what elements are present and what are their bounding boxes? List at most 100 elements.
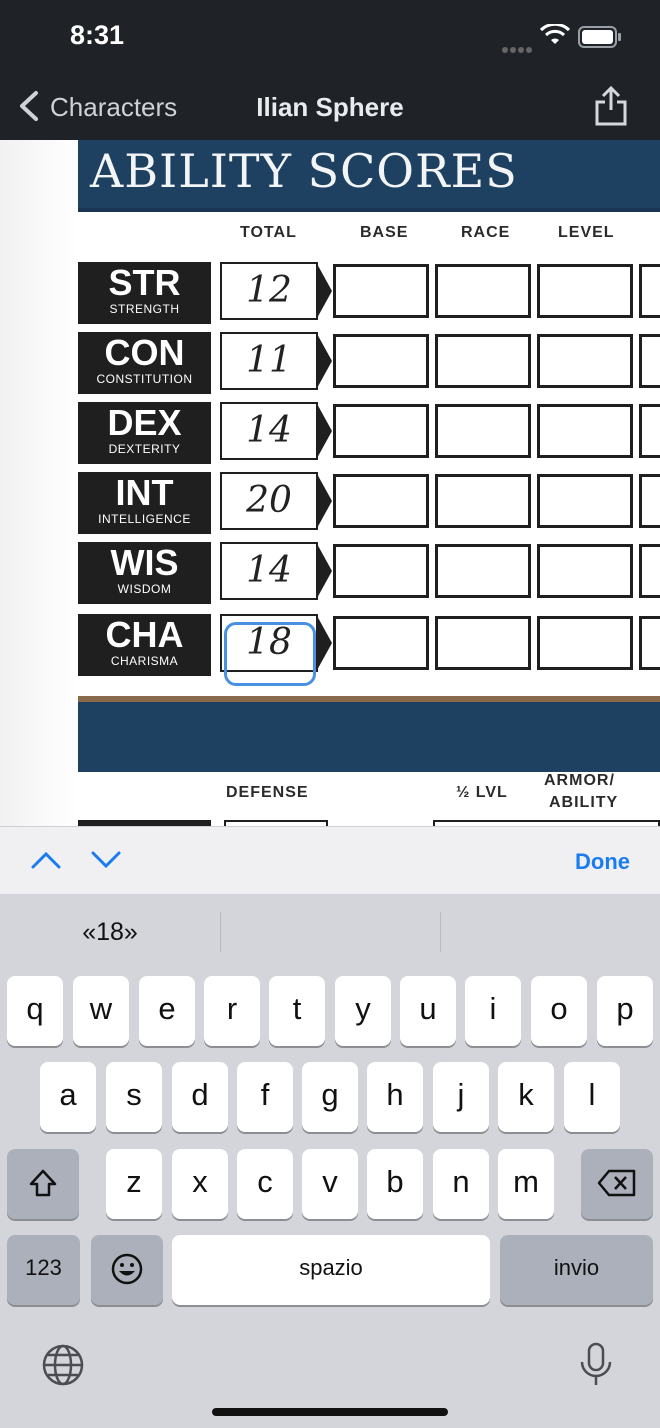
defenses-banner (78, 696, 660, 772)
level-cell[interactable] (537, 334, 633, 388)
level-cell[interactable] (537, 264, 633, 318)
key-w[interactable]: w (73, 976, 129, 1046)
base-cell[interactable] (333, 404, 429, 458)
key-u[interactable]: u (400, 976, 456, 1046)
total-field[interactable]: 12 (220, 262, 332, 324)
ability-abbr: WIS (110, 542, 179, 583)
race-cell[interactable] (435, 474, 531, 528)
microphone-icon[interactable] (578, 1342, 614, 1388)
key-j[interactable]: j (433, 1062, 489, 1132)
ability-name: WISDOM (117, 582, 172, 596)
keyboard-accessory-bar: Done (0, 826, 660, 895)
key-q[interactable]: q (7, 976, 63, 1046)
numbers-key[interactable]: 123 (7, 1235, 80, 1305)
total-value: 12 (246, 270, 292, 311)
column-header-base: BASE (360, 224, 409, 241)
ability-label: STR STRENGTH (78, 262, 211, 324)
extra-cell[interactable] (639, 474, 660, 528)
home-indicator[interactable] (212, 1408, 448, 1416)
key-m[interactable]: m (498, 1149, 554, 1219)
key-x[interactable]: x (172, 1149, 228, 1219)
key-c[interactable]: c (237, 1149, 293, 1219)
extra-cell[interactable] (639, 334, 660, 388)
base-cell[interactable] (333, 616, 429, 670)
level-cell[interactable] (537, 544, 633, 598)
key-n[interactable]: n (433, 1149, 489, 1219)
key-a[interactable]: a (40, 1062, 96, 1132)
ability-abbr: CHA (105, 614, 184, 655)
key-b[interactable]: b (367, 1149, 423, 1219)
race-cell[interactable] (435, 616, 531, 670)
total-field[interactable]: 11 (220, 332, 332, 394)
ability-abbr: CON (104, 332, 185, 373)
character-sheet[interactable]: ABILITY SCORES TOTAL BASE RACE LEVEL STR… (0, 140, 660, 826)
extra-cell[interactable] (639, 544, 660, 598)
ability-row-int: INT INTELLIGENCE 20 (78, 472, 660, 534)
suggestion-bar: «18» (0, 894, 660, 970)
column-header-race: RACE (461, 224, 511, 241)
globe-icon[interactable] (40, 1342, 86, 1388)
status-time: 8:31 (70, 20, 125, 50)
race-cell[interactable] (435, 334, 531, 388)
return-key[interactable]: invio (500, 1235, 653, 1305)
space-key[interactable]: spazio (172, 1235, 490, 1305)
column-header-total: TOTAL (240, 224, 297, 241)
race-cell[interactable] (435, 404, 531, 458)
wifi-icon (540, 24, 570, 44)
key-z[interactable]: z (106, 1149, 162, 1219)
key-y[interactable]: y (335, 976, 391, 1046)
level-cell[interactable] (537, 404, 633, 458)
base-cell[interactable] (333, 334, 429, 388)
status-bar: 8:31 (0, 0, 660, 72)
column-header-level: LEVEL (558, 224, 615, 241)
ability-row-con: CON CONSTITUTION 11 (78, 332, 660, 394)
ability-abbr: DEX (107, 402, 182, 443)
key-h[interactable]: h (367, 1062, 423, 1132)
key-l[interactable]: l (564, 1062, 620, 1132)
total-field[interactable]: 14 (220, 402, 332, 464)
key-e[interactable]: e (139, 976, 195, 1046)
chevron-down-icon[interactable] (90, 849, 122, 871)
share-icon[interactable] (594, 86, 628, 126)
extra-cell[interactable] (639, 616, 660, 670)
race-cell[interactable] (435, 264, 531, 318)
ability-label: WIS WISDOM (78, 542, 211, 604)
emoji-key[interactable] (91, 1235, 163, 1305)
shift-icon (29, 1169, 57, 1197)
level-cell[interactable] (537, 474, 633, 528)
base-cell[interactable] (333, 474, 429, 528)
key-r[interactable]: r (204, 976, 260, 1046)
key-f[interactable]: f (237, 1062, 293, 1132)
level-cell[interactable] (537, 616, 633, 670)
page-title: Ilian Sphere (256, 92, 404, 122)
key-s[interactable]: s (106, 1062, 162, 1132)
key-v[interactable]: v (302, 1149, 358, 1219)
keyboard: «18» q w e r t y u i o p a s d f g h j k… (0, 894, 660, 1428)
done-button[interactable]: Done (575, 849, 630, 875)
extra-cell[interactable] (639, 264, 660, 318)
key-t[interactable]: t (269, 976, 325, 1046)
ability-label: CHA CHARISMA (78, 614, 211, 676)
backspace-key[interactable] (581, 1149, 653, 1219)
base-cell[interactable] (333, 544, 429, 598)
extra-cell[interactable] (639, 404, 660, 458)
chevron-up-icon[interactable] (30, 849, 62, 871)
ability-label: INT INTELLIGENCE (78, 472, 211, 534)
key-p[interactable]: p (597, 976, 653, 1046)
key-g[interactable]: g (302, 1062, 358, 1132)
ability-row-wis: WIS WISDOM 14 (78, 542, 660, 604)
total-field[interactable]: 20 (220, 472, 332, 534)
key-i[interactable]: i (465, 976, 521, 1046)
key-o[interactable]: o (531, 976, 587, 1046)
ability-abbr: STR (108, 262, 181, 303)
ability-label: DEX DEXTERITY (78, 402, 211, 464)
suggestion-item[interactable]: «18» (0, 918, 220, 947)
race-cell[interactable] (435, 544, 531, 598)
total-field[interactable]: 14 (220, 542, 332, 604)
key-k[interactable]: k (498, 1062, 554, 1132)
key-d[interactable]: d (172, 1062, 228, 1132)
armor-header: ARMOR/ (544, 772, 615, 789)
base-cell[interactable] (333, 264, 429, 318)
ability-row-cha: CHA CHARISMA 18 (78, 614, 660, 676)
shift-key[interactable] (7, 1149, 79, 1219)
